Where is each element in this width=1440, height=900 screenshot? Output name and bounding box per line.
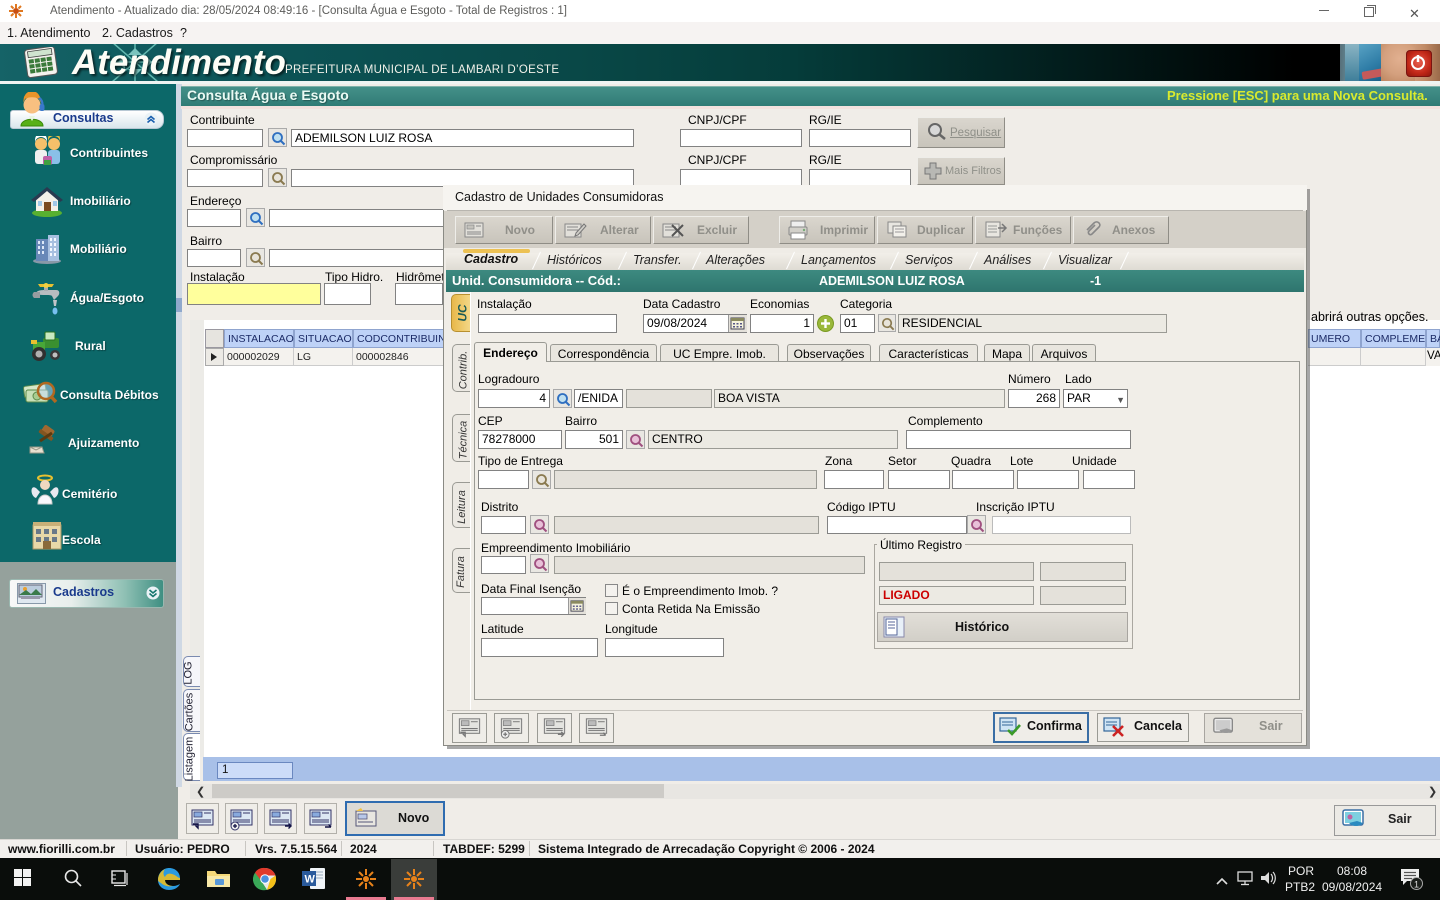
- svg-text:1: 1: [1414, 880, 1419, 890]
- svg-text:W: W: [305, 874, 316, 886]
